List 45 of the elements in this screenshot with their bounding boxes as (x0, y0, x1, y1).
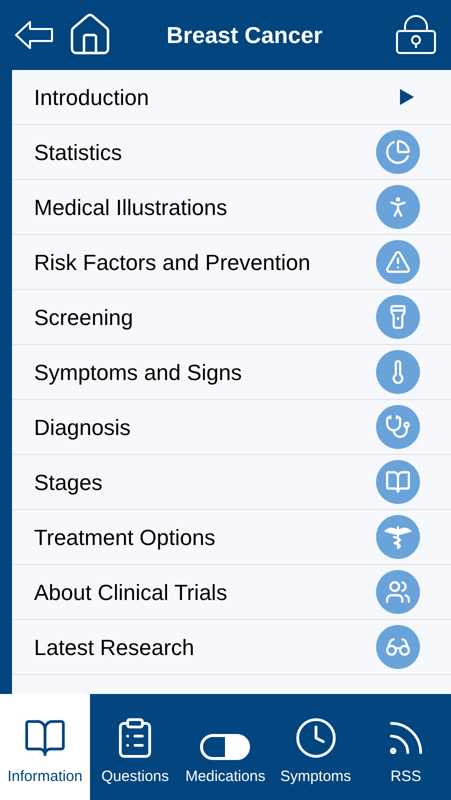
menu-item-label: Statistics (34, 138, 122, 166)
menu-item[interactable]: Introduction (12, 70, 451, 125)
lock-button[interactable] (395, 15, 437, 55)
people-icon (376, 570, 420, 614)
back-button[interactable] (14, 20, 54, 50)
menu-item[interactable]: Diagnosis (12, 400, 451, 455)
glasses-icon (376, 625, 420, 669)
menu-item[interactable]: Medical Illustrations (12, 180, 451, 235)
menu-item[interactable]: Screening (12, 290, 451, 345)
pie-chart-icon (376, 130, 420, 174)
menu-item[interactable]: Risk Factors and Prevention (12, 235, 451, 290)
open-book-icon (376, 460, 420, 504)
menu-item-label: Symptoms and Signs (34, 358, 242, 387)
warning-icon (376, 240, 420, 284)
menu-item-label: Treatment Options (34, 524, 216, 552)
menu-item[interactable]: Statistics (12, 125, 451, 180)
tab-bar-item[interactable]: Information (0, 694, 90, 800)
menu-item-label: Screening (34, 304, 134, 332)
clock-icon (294, 716, 338, 760)
menu-item[interactable]: Stages (12, 455, 451, 510)
tab-bar-item[interactable]: Questions (90, 694, 180, 800)
menu-item-label: About Clinical Trials (34, 578, 228, 606)
capsule-icon (200, 734, 250, 760)
play-arrow-icon (400, 89, 414, 105)
menu-item-label: Latest Research (34, 634, 194, 662)
lock-icon (395, 15, 437, 55)
menu-item[interactable]: Treatment Options (12, 510, 451, 565)
screen-title: Breast Cancer (166, 20, 324, 50)
thermometer-icon (376, 350, 420, 394)
menu-item[interactable]: Latest Research (12, 620, 451, 675)
menu-item[interactable]: Symptoms and Signs (12, 345, 451, 400)
menu-item-label: Medical Illustrations (34, 194, 228, 222)
tab-bar-item[interactable]: Symptoms (270, 694, 361, 800)
human-figure-icon (376, 185, 420, 229)
menu-item-label: Diagnosis (34, 414, 131, 442)
stethoscope-icon (376, 405, 420, 449)
flashlight-icon (376, 295, 420, 339)
menu-item-label: Introduction (34, 84, 149, 112)
menu-item-label: Stages (34, 468, 102, 497)
menu-item[interactable]: About Clinical Trials (12, 565, 451, 620)
tab-bar-item[interactable]: Medications (180, 694, 270, 800)
menu-item-label: Risk Factors and Prevention (34, 248, 310, 276)
tab-bar-item[interactable]: RSS (360, 694, 451, 800)
winged-staff-icon (376, 515, 420, 559)
back-arrow-icon (14, 20, 54, 50)
